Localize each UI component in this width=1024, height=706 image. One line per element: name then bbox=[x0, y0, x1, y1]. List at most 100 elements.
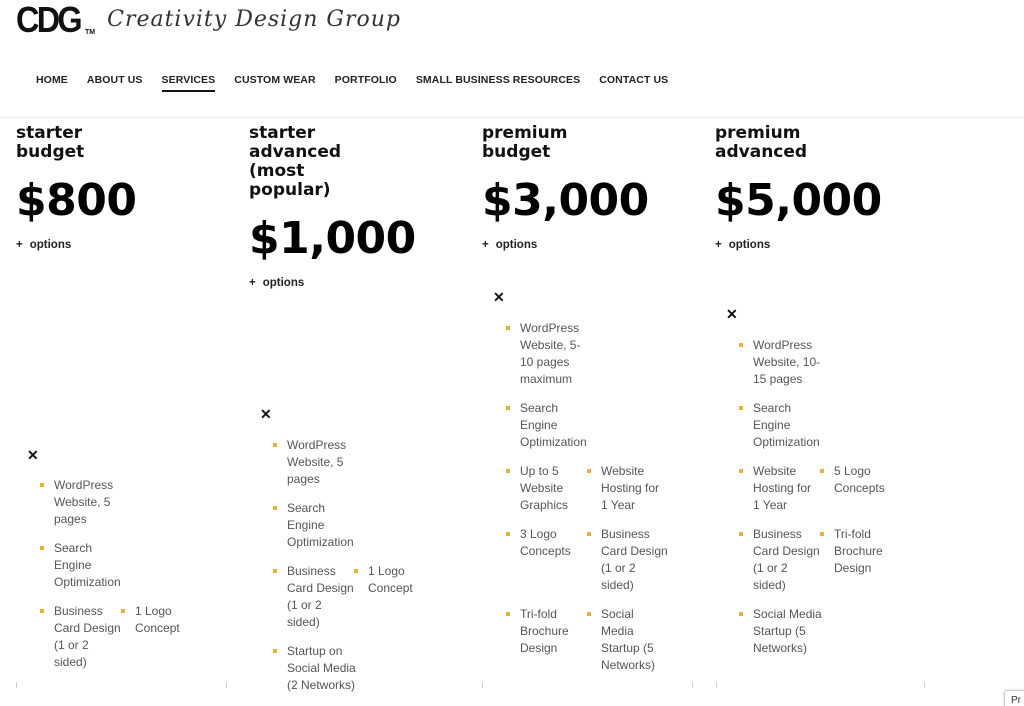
header-divider bbox=[0, 117, 1024, 118]
feature-item: 1 Logo Concept bbox=[354, 563, 435, 631]
bullet-icon bbox=[739, 532, 743, 536]
plan-title: starter advanced (most popular) bbox=[249, 123, 342, 200]
bullet-icon bbox=[820, 469, 824, 473]
bullet-icon bbox=[40, 609, 44, 613]
close-icon[interactable]: ✕ bbox=[493, 290, 505, 304]
options-label: options bbox=[262, 277, 305, 289]
feature-list: WordPress Website, 5-10 pages maximum Se… bbox=[506, 320, 668, 674]
main-nav: HOME ABOUT US SERVICES CUSTOM WEAR PORTF… bbox=[36, 74, 687, 92]
bullet-icon bbox=[587, 532, 591, 536]
bullet-icon bbox=[40, 546, 44, 550]
bullet-icon bbox=[587, 612, 591, 616]
feature-item: Startup on Social Media (2 Networks) bbox=[273, 643, 435, 694]
options-toggle[interactable]: + options bbox=[715, 239, 945, 251]
column-divider bbox=[482, 682, 483, 688]
bullet-icon bbox=[121, 609, 125, 613]
column-divider bbox=[16, 682, 17, 688]
options-label: options bbox=[495, 239, 538, 251]
feature-item: Tri-fold Brochure Design bbox=[820, 526, 901, 594]
plan-title: starter budget bbox=[16, 123, 85, 162]
logo-mark: CDG bbox=[16, 0, 83, 40]
feature-item: WordPress Website, 10-15 pages bbox=[739, 337, 901, 388]
brand-logo[interactable]: CDG TM Creativity Design Group bbox=[16, 2, 401, 38]
feature-item: Business Card Design (1 or 2 sided) bbox=[273, 563, 354, 631]
bullet-icon bbox=[506, 469, 510, 473]
bullet-icon bbox=[273, 443, 277, 447]
close-icon[interactable]: ✕ bbox=[260, 407, 272, 421]
feature-item: WordPress Website, 5 pages bbox=[40, 477, 202, 528]
bullet-icon bbox=[587, 469, 591, 473]
bullet-icon bbox=[739, 612, 743, 616]
bullet-icon bbox=[506, 406, 510, 410]
options-label: options bbox=[29, 239, 72, 251]
bullet-icon bbox=[739, 343, 743, 347]
plan-price: $1,000 bbox=[249, 213, 416, 264]
feature-item: WordPress Website, 5 pages bbox=[273, 437, 435, 488]
plan-price: $3,000 bbox=[482, 175, 649, 226]
bullet-icon bbox=[506, 326, 510, 330]
feature-list: WordPress Website, 10-15 pages Search En… bbox=[739, 337, 901, 657]
plus-icon: + bbox=[482, 239, 489, 251]
bullet-icon bbox=[820, 532, 824, 536]
bullet-icon bbox=[40, 483, 44, 487]
options-toggle[interactable]: + options bbox=[16, 239, 246, 251]
bullet-icon bbox=[506, 612, 510, 616]
nav-about-us[interactable]: ABOUT US bbox=[87, 74, 143, 92]
feature-item: Website Hosting for 1 Year bbox=[739, 463, 820, 514]
plan-price: $5,000 bbox=[715, 175, 882, 226]
nav-small-business-resources[interactable]: SMALL BUSINESS RESOURCES bbox=[416, 74, 580, 92]
feature-item: Business Card Design (1 or 2 sided) bbox=[40, 603, 121, 671]
feature-item: Search Engine Optimization bbox=[273, 500, 435, 551]
feature-list: WordPress Website, 5 pages Search Engine… bbox=[273, 437, 435, 694]
logo-script-text: Creativity Design Group bbox=[107, 7, 402, 32]
feature-item: Search Engine Optimization bbox=[739, 400, 901, 451]
plan-price: $800 bbox=[16, 175, 137, 226]
bullet-icon bbox=[273, 569, 277, 573]
feature-item: Tri-fold Brochure Design bbox=[506, 606, 587, 674]
plus-icon: + bbox=[16, 239, 23, 251]
options-toggle[interactable]: + options bbox=[249, 277, 479, 289]
feature-item: 5 Logo Concepts bbox=[820, 463, 901, 514]
plan-starter-advanced: starter advanced (most popular) $1,000 +… bbox=[249, 123, 479, 290]
column-divider bbox=[692, 682, 693, 688]
feature-item: 3 Logo Concepts bbox=[506, 526, 587, 594]
trademark-label: TM bbox=[85, 29, 96, 36]
nav-custom-wear[interactable]: CUSTOM WEAR bbox=[234, 74, 315, 92]
plan-title: premium advanced bbox=[715, 123, 808, 162]
nav-portfolio[interactable]: PORTFOLIO bbox=[335, 74, 397, 92]
nav-contact-us[interactable]: CONTACT US bbox=[599, 74, 668, 92]
bullet-icon bbox=[739, 406, 743, 410]
feature-item: Social Media Startup (5 Networks) bbox=[587, 606, 668, 674]
bullet-icon bbox=[739, 469, 743, 473]
feature-item: Search Engine Optimization bbox=[506, 400, 668, 451]
close-icon[interactable]: ✕ bbox=[726, 307, 738, 321]
feature-item: WordPress Website, 5-10 pages maximum bbox=[506, 320, 668, 388]
feature-item: Business Card Design (1 or 2 sided) bbox=[739, 526, 820, 594]
feature-item: Up to 5 Website Graphics bbox=[506, 463, 587, 514]
feature-item: 1 Logo Concept bbox=[121, 603, 202, 671]
feature-item: Social Media Startup (5 Networks) bbox=[739, 606, 901, 657]
plus-icon: + bbox=[715, 239, 722, 251]
plus-icon: + bbox=[249, 277, 256, 289]
bullet-icon bbox=[354, 569, 358, 573]
plan-premium-advanced: premium advanced $5,000 + options bbox=[715, 123, 945, 252]
feature-item: Website Hosting for 1 Year bbox=[587, 463, 668, 514]
column-divider bbox=[924, 682, 925, 688]
options-toggle[interactable]: + options bbox=[482, 239, 712, 251]
nav-home[interactable]: HOME bbox=[36, 74, 68, 92]
options-label: options bbox=[728, 239, 771, 251]
feature-item: Search Engine Optimization bbox=[40, 540, 202, 591]
feature-list: WordPress Website, 5 pages Search Engine… bbox=[40, 477, 202, 671]
bullet-icon bbox=[273, 506, 277, 510]
column-divider bbox=[716, 682, 717, 688]
feature-item: Business Card Design (1 or 2 sided) bbox=[587, 526, 668, 594]
column-divider bbox=[226, 682, 227, 688]
plan-title: premium budget bbox=[482, 123, 568, 162]
nav-services[interactable]: SERVICES bbox=[161, 74, 216, 92]
floating-widget-button[interactable]: Pr bbox=[1004, 690, 1024, 706]
plan-premium-budget: premium budget $3,000 + options bbox=[482, 123, 712, 252]
close-icon[interactable]: ✕ bbox=[27, 448, 39, 462]
bullet-icon bbox=[273, 649, 277, 653]
plan-starter-budget: starter budget $800 + options bbox=[16, 123, 246, 252]
bullet-icon bbox=[506, 532, 510, 536]
